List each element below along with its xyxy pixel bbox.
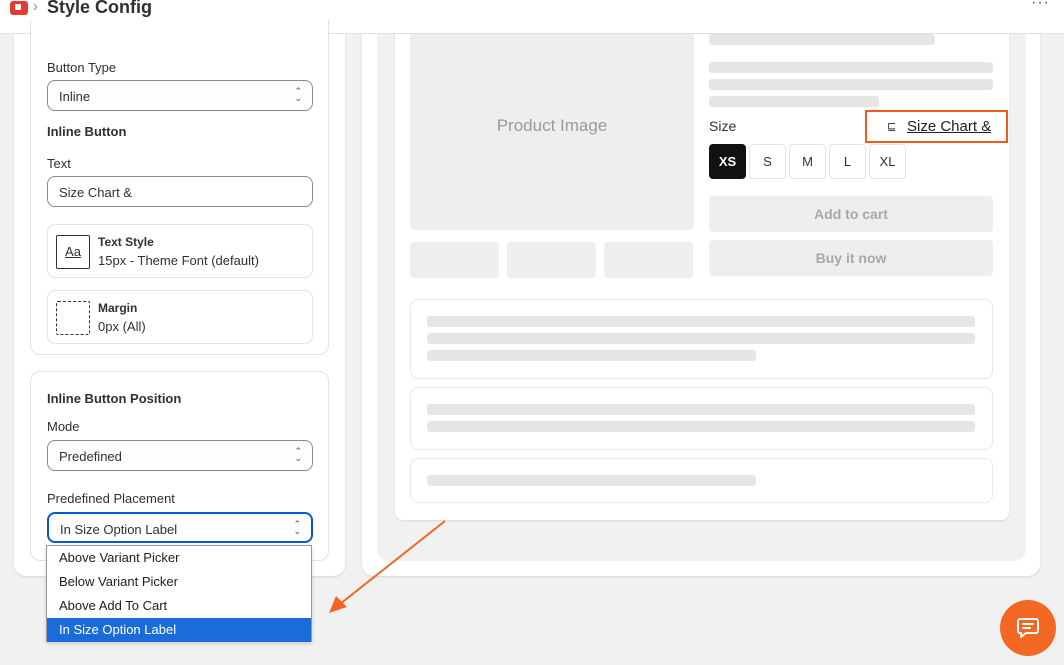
mode-value: Predefined	[59, 449, 122, 464]
mode-label: Mode	[47, 419, 80, 434]
size-chart-button[interactable]: ⊑ Size Chart &	[865, 110, 1008, 143]
thumbnail-placeholder	[507, 242, 596, 278]
text-skeleton	[427, 350, 756, 361]
margin-row[interactable]: Margin 0px (All)	[47, 290, 313, 344]
inline-button-position-card: Inline Button Position Mode Predefined ⌃…	[30, 371, 329, 561]
size-button-s[interactable]: S	[749, 144, 786, 179]
inline-button-heading: Inline Button	[47, 124, 127, 139]
title-skeleton	[709, 34, 935, 45]
placement-dropdown: Above Variant Picker Below Variant Picke…	[46, 545, 312, 642]
chat-support-button[interactable]	[1000, 600, 1056, 656]
margin-value: 0px (All)	[98, 319, 146, 334]
breadcrumb-separator: ›	[33, 0, 38, 15]
text-skeleton	[709, 96, 879, 107]
select-chevron-icon: ⌃ ⌄	[294, 446, 302, 463]
description-block	[410, 299, 993, 379]
text-skeleton	[427, 316, 975, 327]
chat-icon	[1017, 618, 1039, 638]
text-skeleton	[709, 79, 993, 90]
position-heading: Inline Button Position	[47, 391, 182, 406]
dropdown-option[interactable]: Above Add To Cart	[47, 594, 311, 618]
placement-select[interactable]: In Size Option Label ⌃ ⌄	[47, 512, 313, 543]
ruler-icon: ⊑	[887, 121, 897, 133]
app-logo-icon[interactable]	[10, 1, 28, 15]
preview-canvas: Product Image Size ⊑ Size Chart & XS S M…	[377, 34, 1026, 561]
button-type-value: Inline	[59, 89, 91, 104]
product-image-label: Product Image	[496, 116, 608, 135]
button-style-card: Button Type Inline ⌃ ⌄ Inline Button Text…	[30, 20, 329, 355]
text-style-title: Text Style	[98, 235, 154, 249]
text-style-row[interactable]: Aa Text Style 15px - Theme Font (default…	[47, 224, 313, 278]
size-chart-text: Size Chart &	[907, 118, 992, 135]
thumbnail-placeholder	[604, 242, 693, 278]
info-block	[410, 387, 993, 450]
text-skeleton	[427, 404, 975, 415]
add-to-cart-button[interactable]: Add to cart	[709, 196, 993, 232]
margin-title: Margin	[98, 301, 138, 315]
text-style-icon: Aa	[56, 235, 90, 269]
button-type-label: Button Type	[47, 60, 117, 75]
buy-now-button[interactable]: Buy it now	[709, 240, 993, 276]
mode-select[interactable]: Predefined ⌃ ⌄	[47, 440, 313, 471]
dropdown-option[interactable]: Below Variant Picker	[47, 570, 311, 594]
page-title: Style Config	[47, 0, 153, 17]
placement-value: In Size Option Label	[60, 522, 178, 537]
select-chevron-icon: ⌃ ⌄	[293, 519, 301, 536]
size-button-xl[interactable]: XL	[869, 144, 906, 179]
text-style-value: 15px - Theme Font (default)	[98, 253, 259, 268]
button-text-input[interactable]: Size Chart &	[47, 176, 313, 207]
more-actions-button[interactable]: ···	[1031, 0, 1050, 12]
placement-label: Predefined Placement	[47, 491, 175, 506]
size-button-xs[interactable]: XS	[709, 144, 746, 179]
text-label: Text	[47, 156, 71, 171]
product-page-preview: Product Image Size ⊑ Size Chart & XS S M…	[395, 34, 1009, 520]
select-chevron-icon: ⌃ ⌄	[294, 86, 302, 103]
product-image-placeholder: Product Image	[410, 34, 694, 230]
settings-panel: Button Type Inline ⌃ ⌄ Inline Button Text…	[14, 20, 345, 576]
preview-panel: Product Image Size ⊑ Size Chart & XS S M…	[362, 34, 1040, 576]
text-skeleton	[427, 333, 975, 344]
text-skeleton	[709, 62, 993, 73]
margin-icon	[56, 301, 90, 335]
dropdown-option-selected[interactable]: In Size Option Label	[47, 618, 311, 642]
size-button-l[interactable]: L	[829, 144, 866, 179]
text-skeleton	[427, 421, 975, 432]
thumbnail-placeholder	[410, 242, 499, 278]
button-type-select[interactable]: Inline ⌃ ⌄	[47, 80, 313, 111]
text-skeleton	[427, 475, 756, 486]
dropdown-option[interactable]: Above Variant Picker	[47, 546, 311, 570]
size-button-m[interactable]: M	[789, 144, 826, 179]
info-block	[410, 458, 993, 503]
size-option-label: Size	[709, 118, 737, 134]
